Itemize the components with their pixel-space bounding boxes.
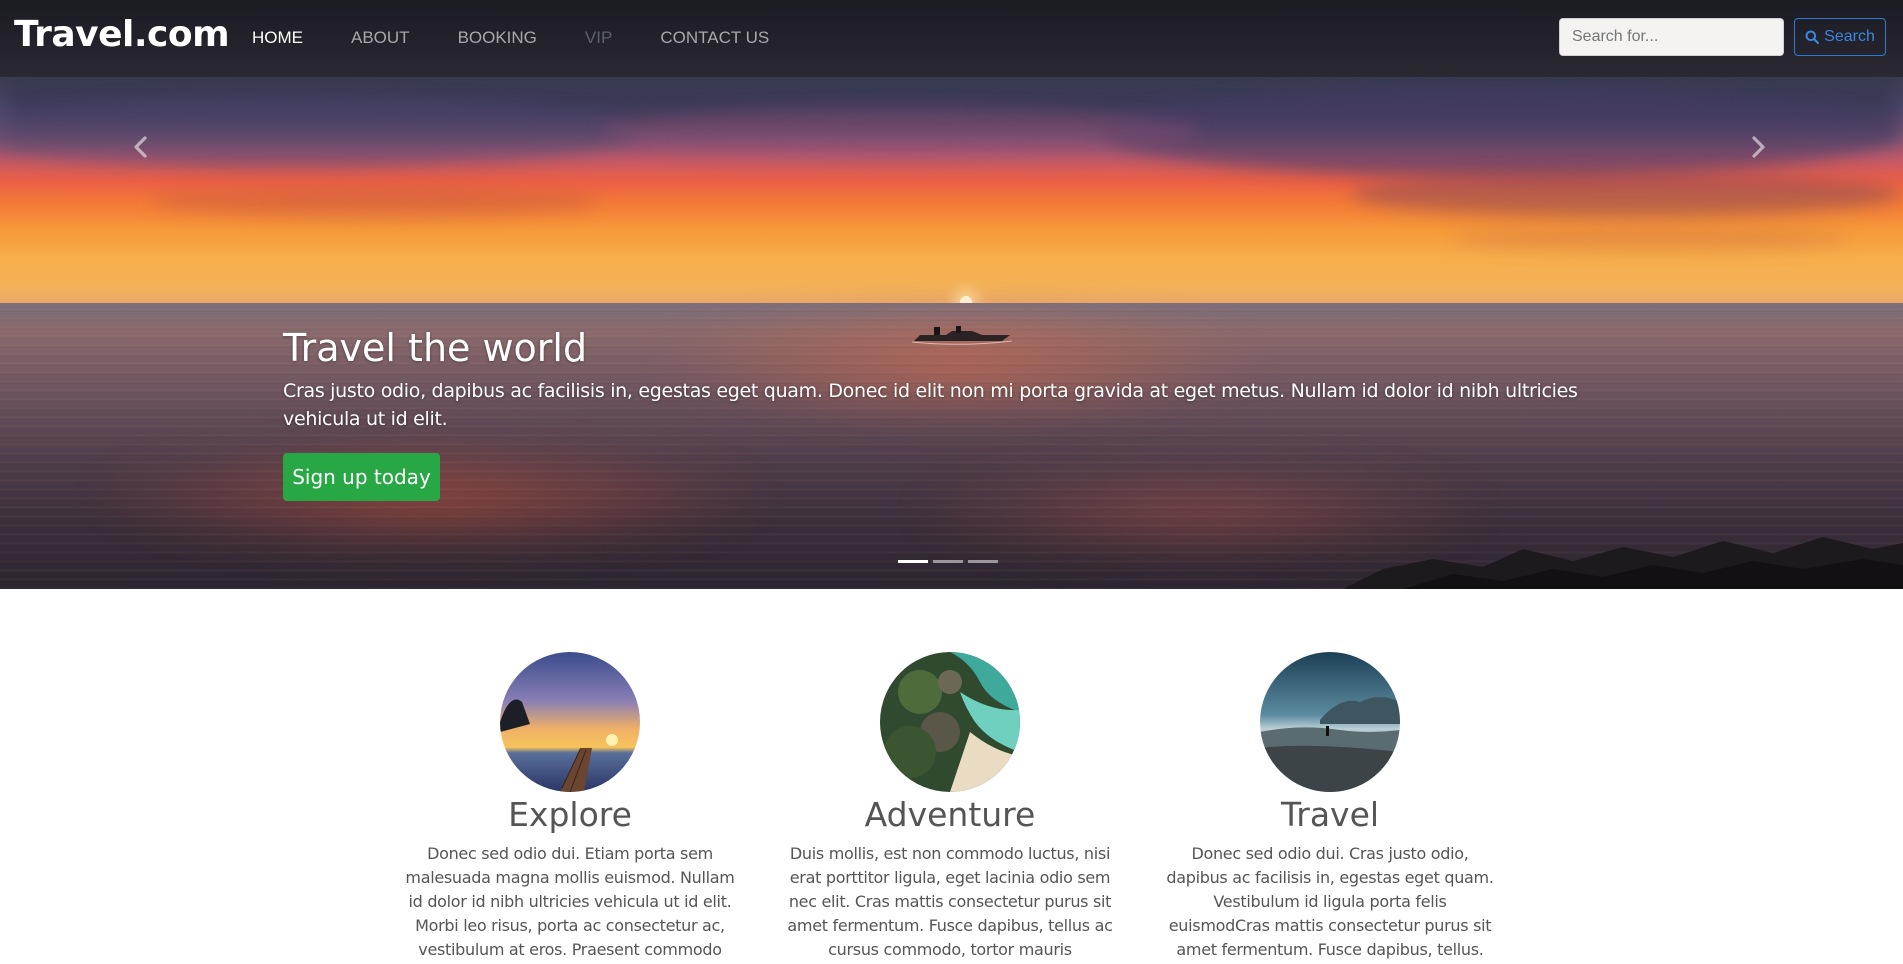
explore-image: [500, 652, 640, 792]
brand-logo[interactable]: Travel.com: [14, 14, 230, 55]
features-section: Explore Donec sed odio dui. Etiam porta …: [0, 589, 1903, 964]
hero-caption: Travel the world Cras justo odio, dapibu…: [283, 325, 1623, 433]
feature-text: Donec sed odio dui. Etiam porta sem male…: [405, 844, 735, 959]
search-input[interactable]: [1559, 18, 1784, 56]
nav-link-contact-us[interactable]: CONTACT US: [660, 28, 769, 48]
feature-title: Travel: [1280, 795, 1380, 834]
carousel-indicators: [898, 560, 998, 563]
sign-up-button[interactable]: Sign up today: [283, 453, 440, 501]
hero-sky: [0, 77, 1903, 303]
travel-image: [1260, 652, 1400, 792]
carousel-indicator-2[interactable]: [933, 560, 963, 563]
hero-carousel: Travel the world Cras justo odio, dapibu…: [0, 77, 1903, 589]
chevron-right-icon: [1752, 136, 1765, 158]
nav-link-home[interactable]: HOME: [252, 28, 303, 48]
search-icon: [1805, 30, 1820, 44]
adventure-image: [880, 652, 1020, 792]
search-button-label: Search: [1824, 28, 1875, 45]
nav-link-about[interactable]: ABOUT: [351, 28, 410, 48]
feature-explore: Explore Donec sed odio dui. Etiam porta …: [405, 652, 735, 964]
nav-links: HOME ABOUT BOOKING VIP CONTACT US: [252, 28, 817, 48]
feature-title: Explore: [508, 795, 632, 834]
nav-link-vip: VIP: [584, 28, 613, 47]
feature-title: Adventure: [864, 795, 1036, 834]
carousel-indicator-3[interactable]: [968, 560, 998, 563]
carousel-indicator-1[interactable]: [898, 560, 928, 563]
feature-adventure: Adventure Duis mollis, est non commodo l…: [785, 652, 1115, 964]
nav-link-booking[interactable]: BOOKING: [458, 28, 537, 48]
chevron-left-icon: [134, 136, 147, 158]
feature-travel: Travel Donec sed odio dui. Cras justo od…: [1165, 652, 1495, 962]
navbar: Travel.com HOME ABOUT BOOKING VIP CONTAC…: [0, 0, 1903, 77]
carousel-prev-button[interactable]: [121, 124, 161, 170]
feature-text: Donec sed odio dui. Cras justo odio, dap…: [1166, 844, 1494, 959]
hero-title: Travel the world: [283, 326, 588, 370]
feature-text: Duis mollis, est non commodo luctus, nis…: [787, 844, 1113, 959]
search-button[interactable]: Search: [1794, 18, 1886, 56]
hero-text: Cras justo odio, dapibus ac facilisis in…: [283, 380, 1578, 430]
carousel-next-button[interactable]: [1738, 124, 1778, 170]
rocks: [1343, 537, 1903, 589]
